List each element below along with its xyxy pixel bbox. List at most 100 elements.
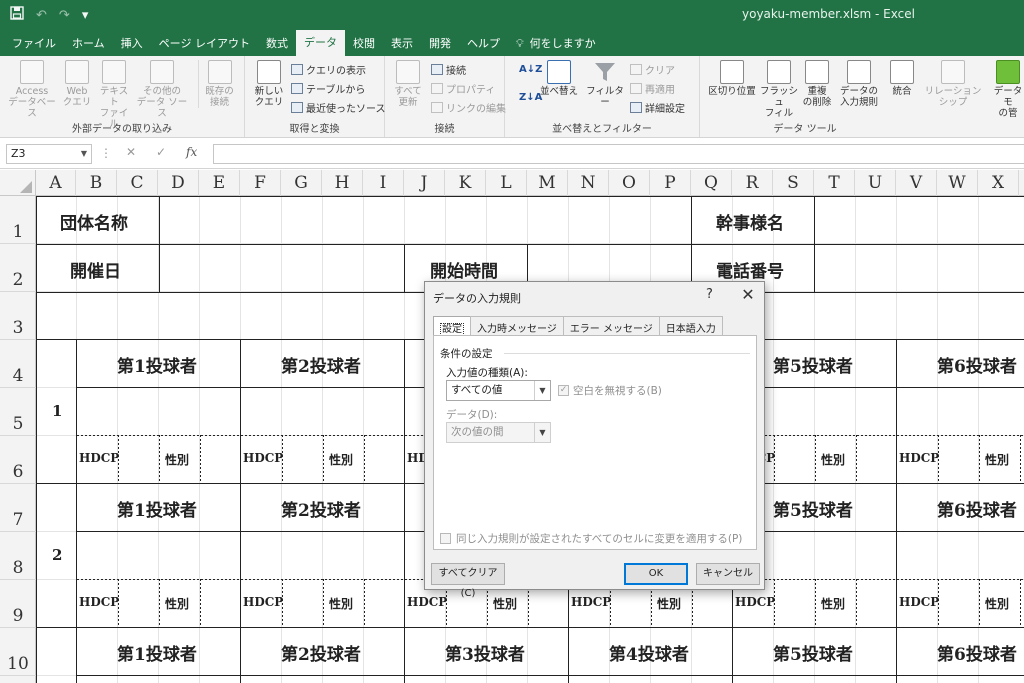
qat-customize-icon[interactable]: ▾	[82, 8, 89, 23]
cancel-button[interactable]: キャンセル	[696, 563, 760, 585]
connections-button[interactable]: 接続	[431, 62, 466, 77]
confirm-entry-icon[interactable]: ✓	[156, 145, 166, 159]
column-header-x[interactable]: X	[978, 170, 1019, 196]
from-table-button[interactable]: テーブルから	[291, 81, 365, 96]
select-all-corner[interactable]	[0, 170, 36, 196]
column-header-r[interactable]: R	[732, 170, 773, 196]
ok-button[interactable]: OK	[624, 563, 688, 585]
advanced-filter-button[interactable]: 詳細設定	[630, 100, 685, 115]
new-query-button[interactable]: 新しい クエリ	[251, 60, 287, 108]
tab-developer[interactable]: 開発	[421, 32, 459, 56]
redo-icon[interactable]: ↷	[59, 8, 70, 23]
row-header-9[interactable]: 9	[0, 580, 36, 628]
tab-help[interactable]: ヘルプ	[459, 32, 508, 56]
save-icon[interactable]	[10, 6, 24, 24]
tab-settings[interactable]: 設定	[433, 316, 471, 337]
row-header-1[interactable]: 1	[0, 196, 36, 244]
insert-function-icon[interactable]: fx	[186, 145, 197, 159]
relationships-button[interactable]: リレーションシップ	[920, 60, 986, 108]
column-header-m[interactable]: M	[527, 170, 568, 196]
tab-file[interactable]: ファイル	[4, 32, 64, 56]
tab-ime-mode[interactable]: 日本語入力	[658, 316, 723, 336]
column-header-e[interactable]: E	[199, 170, 240, 196]
column-header-w[interactable]: W	[937, 170, 978, 196]
name-box-dropdown-icon[interactable]: ▼	[81, 145, 87, 163]
column-header-s[interactable]: S	[773, 170, 814, 196]
recent-sources-label: 最近使ったソース	[306, 104, 386, 115]
help-icon[interactable]: ?	[706, 287, 713, 302]
tab-error-alert[interactable]: エラー メッセージ	[562, 316, 660, 336]
row-header-10[interactable]: 10	[0, 628, 36, 676]
reapply-button[interactable]: 再適用	[630, 81, 675, 96]
row-header-8[interactable]: 8	[0, 532, 36, 580]
properties-button[interactable]: プロパティ	[431, 81, 495, 96]
tab-insert[interactable]: 挿入	[113, 32, 151, 56]
web-label-1: Web	[66, 86, 88, 97]
row-header-4[interactable]: 4	[0, 340, 36, 388]
consolidate-button[interactable]: 統合	[886, 60, 918, 97]
column-header-t[interactable]: T	[814, 170, 855, 196]
data-select[interactable]: 次の値の間 ▼	[446, 422, 551, 443]
column-header-d[interactable]: D	[158, 170, 199, 196]
column-header-f[interactable]: F	[240, 170, 281, 196]
row-header-5[interactable]: 5	[0, 388, 36, 436]
show-queries-button[interactable]: クエリの表示	[291, 62, 366, 77]
formula-input[interactable]	[213, 144, 1024, 164]
web-query-button[interactable]: Web クエリ	[60, 60, 94, 108]
column-header-u[interactable]: U	[855, 170, 896, 196]
remove-duplicates-button[interactable]: 重複 の削除	[800, 60, 834, 108]
existing-connections-button[interactable]: 既存の 接続	[198, 60, 240, 108]
tab-review[interactable]: 校閲	[345, 32, 383, 56]
text-to-columns-button[interactable]: 区切り位置	[706, 60, 758, 97]
column-header-a[interactable]: A	[36, 170, 76, 196]
column-header-v[interactable]: V	[896, 170, 937, 196]
column-header-j[interactable]: J	[404, 170, 445, 196]
manage-data-model-button[interactable]: データ モ の管	[988, 60, 1024, 119]
tell-me-search[interactable]: 💡︎ 何をしますか	[508, 32, 604, 56]
access-button[interactable]: Access データベース	[6, 60, 58, 119]
sort-icon	[547, 60, 571, 84]
data-validation-button[interactable]: データの 入力規則	[836, 60, 882, 108]
tab-view[interactable]: 表示	[383, 32, 421, 56]
allow-select[interactable]: すべての値 ▼	[446, 380, 551, 401]
tab-page-layout[interactable]: ページ レイアウト	[151, 32, 258, 56]
column-header-k[interactable]: K	[445, 170, 486, 196]
column-header-l[interactable]: L	[486, 170, 527, 196]
name-box[interactable]: Z3 ▼	[6, 144, 92, 164]
column-header-c[interactable]: C	[117, 170, 158, 196]
tell-me-label: 何をしますか	[529, 37, 596, 50]
clear-filter-button[interactable]: クリア	[630, 62, 675, 77]
column-header-h[interactable]: H	[322, 170, 363, 196]
tab-data[interactable]: データ	[295, 30, 345, 56]
apply-all-checkbox[interactable]	[440, 533, 451, 544]
column-header-b[interactable]: B	[76, 170, 117, 196]
ignore-blank-checkbox[interactable]: ✓	[558, 385, 569, 396]
clear-all-button[interactable]: すべてクリア(C)	[431, 563, 505, 599]
column-header-g[interactable]: G	[281, 170, 322, 196]
row-header-3[interactable]: 3	[0, 292, 36, 340]
other-sources-button[interactable]: その他の データ ソース	[134, 60, 190, 119]
edit-links-button[interactable]: リンクの編集	[431, 100, 506, 115]
filter-button[interactable]: フィルター	[585, 60, 625, 108]
connections-icon	[431, 64, 443, 75]
row-header-2[interactable]: 2	[0, 244, 36, 292]
close-icon[interactable]: ✕	[737, 285, 759, 304]
tab-input-message[interactable]: 入力時メッセージ	[470, 316, 564, 336]
cancel-entry-icon[interactable]: ✕	[126, 145, 136, 159]
tab-formulas[interactable]: 数式	[258, 32, 296, 56]
column-header-q[interactable]: Q	[691, 170, 732, 196]
column-header-p[interactable]: P	[650, 170, 691, 196]
column-header-i[interactable]: I	[363, 170, 404, 196]
flash-fill-button[interactable]: フラッシュ フィル	[760, 60, 798, 119]
row-header-7[interactable]: 7	[0, 484, 36, 532]
sort-button[interactable]: 並べ替え	[539, 60, 579, 97]
other-label-2: データ ソース	[136, 97, 188, 119]
section-divider	[504, 353, 750, 354]
column-header-n[interactable]: N	[568, 170, 609, 196]
refresh-all-button[interactable]: すべて 更新	[391, 60, 425, 108]
recent-sources-button[interactable]: 最近使ったソース	[291, 100, 386, 115]
undo-icon[interactable]: ↶	[36, 8, 47, 23]
column-header-o[interactable]: O	[609, 170, 650, 196]
tab-home[interactable]: ホーム	[64, 32, 113, 56]
row-header-6[interactable]: 6	[0, 436, 36, 484]
